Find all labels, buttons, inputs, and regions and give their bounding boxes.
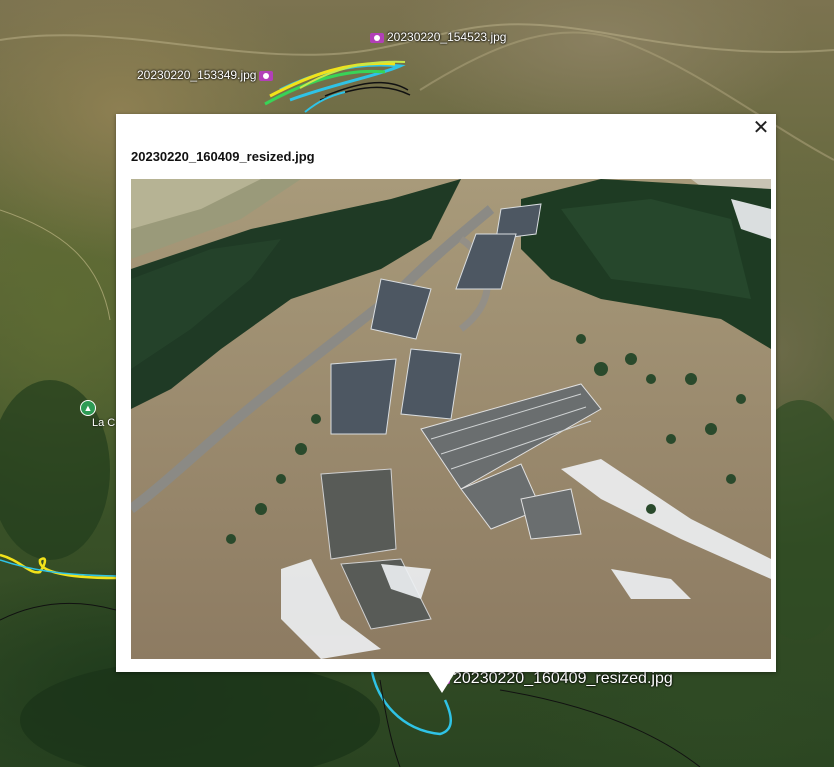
camera-icon <box>259 70 274 81</box>
hiking-icon[interactable]: ▲ <box>80 400 96 416</box>
aerial-photo <box>131 179 771 659</box>
camera-icon <box>370 32 384 43</box>
gps-tracks-left <box>0 553 117 621</box>
photo-marker-label: 20230220_153349.jpg <box>137 68 257 82</box>
photo-marker-label: 20230220_160409_resized.jpg <box>453 670 673 687</box>
photo-marker-154523[interactable]: 20230220_154523.jpg <box>370 30 506 44</box>
photo-marker-160409[interactable]: 20230220_160409_resized.jpg <box>436 670 673 688</box>
balloon-pointer <box>428 671 456 693</box>
photo-marker-label: 20230220_154523.jpg <box>387 30 507 44</box>
photo-marker-153349[interactable]: 20230220_153349.jpg <box>137 68 274 82</box>
aerial-photo-drawing <box>131 179 771 659</box>
gps-tracks-top <box>264 60 411 113</box>
close-icon[interactable]: ✕ <box>750 117 772 139</box>
photo-info-balloon: ✕ 20230220_160409_resized.jpg <box>116 114 776 672</box>
place-label: La C <box>92 417 116 429</box>
balloon-title: 20230220_160409_resized.jpg <box>131 149 315 164</box>
